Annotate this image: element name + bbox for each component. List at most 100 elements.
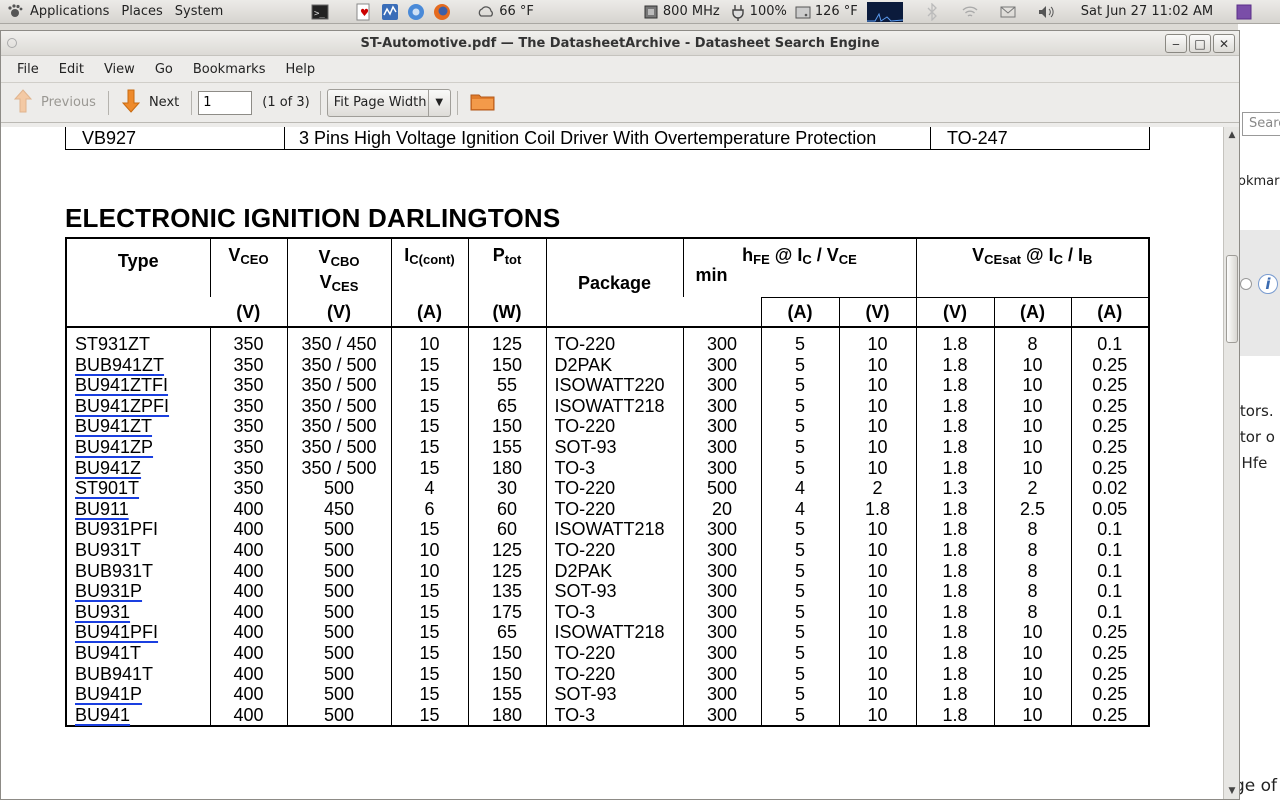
maximize-button[interactable]: □	[1189, 34, 1211, 53]
logout-icon[interactable]	[1235, 3, 1253, 21]
cell-sat-ib: 0.25	[1070, 642, 1148, 664]
page-count-label: (1 of 3)	[262, 95, 310, 110]
weather-cloud-icon[interactable]	[477, 3, 495, 21]
header-vcbo-vces: VCBO VCES	[286, 239, 391, 297]
background-text-line-2: stor o	[1238, 428, 1275, 446]
vertical-scrollbar[interactable]: ▲ ▼	[1223, 127, 1239, 799]
scroll-down-icon[interactable]: ▼	[1226, 785, 1238, 797]
scrollbar-thumb[interactable]	[1226, 255, 1238, 343]
cell-vcbo: 500	[286, 519, 391, 540]
cell-vsat: 1.8	[915, 601, 995, 623]
cell-type[interactable]: BU941PFI	[67, 622, 210, 643]
darlington-table: Type VCEO VCBO VCES IC(cont) Ptot Package…	[65, 237, 1150, 728]
cell-hfe-vce: 10	[838, 560, 917, 582]
window-title: ST-Automotive.pdf — The DatasheetArchive…	[360, 35, 880, 51]
cell-type[interactable]: BU941ZT	[67, 416, 210, 437]
scroll-up-icon[interactable]: ▲	[1226, 129, 1238, 141]
system-menu[interactable]: System	[169, 0, 229, 24]
solitaire-icon[interactable]: ♥	[355, 3, 373, 21]
open-folder-button[interactable]	[464, 86, 502, 120]
bluetooth-icon[interactable]	[923, 1, 941, 22]
background-bottom-text: ge of	[1238, 776, 1278, 796]
cell-pkg: TO-220	[545, 416, 683, 437]
cell-type[interactable]: BU931	[67, 602, 210, 623]
volume-icon[interactable]	[1037, 3, 1055, 21]
cell-sat-ic: 2.5	[993, 498, 1072, 520]
menu-view[interactable]: View	[94, 62, 145, 77]
cell-vcbo: 350 / 500	[286, 457, 391, 479]
document-view[interactable]: VB927 3 Pins High Voltage Ignition Coil …	[1, 127, 1223, 799]
cell-hfe-vce: 10	[838, 684, 917, 705]
cell-ic: 15	[390, 642, 468, 664]
system-monitor-icon[interactable]	[381, 3, 399, 21]
previous-button[interactable]: Previous	[7, 86, 102, 120]
background-search-input[interactable]: Searc	[1242, 112, 1280, 136]
menu-bookmarks[interactable]: Bookmarks	[183, 62, 276, 77]
places-menu[interactable]: Places	[115, 0, 168, 24]
cell-vcbo: 500	[286, 478, 391, 499]
cell-type[interactable]: BU911	[67, 499, 210, 520]
cell-pkg: ISOWATT220	[545, 375, 683, 396]
minimize-button[interactable]: ‒	[1165, 34, 1187, 53]
applications-menu[interactable]: Applications	[0, 0, 115, 24]
cell-type: BUB941T	[75, 663, 154, 684]
cell-hfe-vce: 10	[838, 375, 917, 396]
terminal-icon[interactable]: >_	[311, 3, 329, 21]
previous-label: Previous	[41, 95, 96, 110]
menu-help[interactable]: Help	[275, 62, 325, 77]
cell-hfe: 500	[682, 478, 761, 499]
cell-sat-ib: 0.25	[1070, 663, 1148, 685]
menu-go[interactable]: Go	[145, 62, 183, 77]
cell-vceo: 400	[209, 663, 287, 685]
menu-file[interactable]: File	[7, 62, 49, 77]
cell-type[interactable]: BU941Z	[67, 458, 210, 479]
mail-icon[interactable]	[999, 3, 1017, 21]
cell-type[interactable]: BU941P	[67, 684, 210, 705]
cpu-graph[interactable]	[866, 1, 903, 22]
arrow-up-icon	[13, 88, 33, 117]
cell-type: BU931PFI	[75, 519, 159, 540]
hdd-temp-icon	[794, 3, 812, 21]
cell-hfe: 300	[682, 581, 761, 602]
chevron-down-icon: ▼	[427, 89, 450, 116]
section-title: ELECTRONIC IGNITION DARLINGTONS	[65, 203, 561, 233]
cell-vcbo: 500	[286, 622, 391, 643]
chromium-icon[interactable]	[407, 3, 425, 21]
hdd-temperature: 126 °F	[814, 4, 858, 19]
unit-hfe-min	[683, 297, 761, 327]
title-bar[interactable]: ST-Automotive.pdf — The DatasheetArchive…	[1, 31, 1239, 56]
close-button[interactable]: ✕	[1213, 34, 1235, 53]
cell-hfe-vce: 10	[838, 519, 917, 540]
cell-pkg: SOT-93	[545, 436, 683, 458]
cell-type[interactable]: BU941ZTFI	[67, 375, 210, 396]
cell-vceo: 350	[209, 436, 287, 458]
wifi-icon[interactable]	[961, 3, 979, 21]
cell-type[interactable]: BU931P	[67, 581, 210, 602]
cell-type[interactable]: BUB941ZT	[67, 355, 210, 376]
cell-type[interactable]: ST901T	[67, 478, 210, 499]
next-button[interactable]: Next	[115, 86, 185, 120]
background-radio[interactable]	[1240, 278, 1252, 290]
cell-pkg: TO-220	[545, 498, 683, 520]
menu-edit[interactable]: Edit	[49, 62, 94, 77]
cell-vcbo: 500	[286, 601, 391, 623]
cell-vsat: 1.8	[915, 416, 995, 437]
cell-sat-ib: 0.1	[1070, 327, 1148, 355]
page-number-input[interactable]	[198, 90, 253, 115]
cell-type: ST931ZT	[75, 334, 151, 354]
cell-vsat: 1.8	[915, 519, 995, 540]
cell-hfe-vce: 10	[838, 395, 917, 417]
cell-vsat: 1.8	[915, 684, 995, 705]
folder-icon	[470, 91, 496, 115]
zoom-select[interactable]: Fit Page Width ▼	[326, 88, 451, 117]
cell-type[interactable]: BU941ZP	[67, 437, 210, 458]
cell-type[interactable]: BU941	[67, 705, 210, 726]
cell-ptot: 125	[467, 327, 546, 355]
window-menu-icon[interactable]	[7, 38, 17, 48]
cell-sat-ic: 10	[993, 416, 1072, 437]
unit-vcbo: (V)	[286, 297, 391, 327]
cell-type[interactable]: BU941ZPFI	[67, 396, 210, 417]
firefox-icon[interactable]	[433, 3, 451, 21]
info-icon[interactable]: i	[1258, 274, 1278, 294]
clock[interactable]: Sat Jun 27 11:02 AM	[1081, 4, 1213, 19]
